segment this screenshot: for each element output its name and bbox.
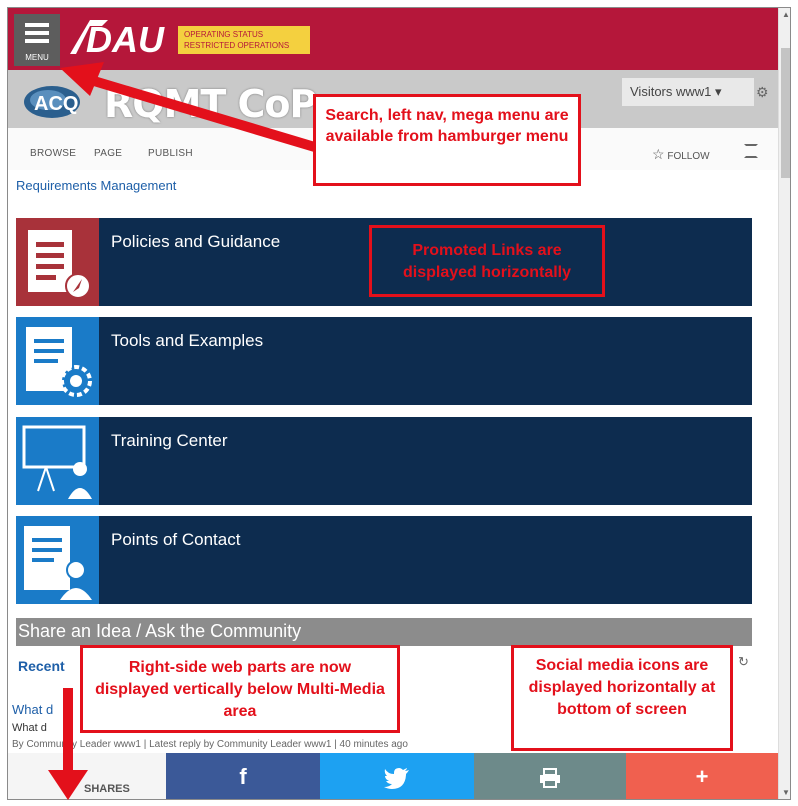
social-share-bar: SHARES f + xyxy=(8,753,778,799)
follow-label: FOLLOW xyxy=(667,151,710,162)
facebook-share-button[interactable]: f xyxy=(166,753,320,799)
print-icon xyxy=(540,768,560,789)
twitter-share-button[interactable] xyxy=(320,753,474,799)
scrollbar-thumb[interactable] xyxy=(781,48,790,178)
plus-icon: + xyxy=(695,764,709,789)
follow-button[interactable]: ☆ FOLLOW xyxy=(652,146,710,163)
post-meta: By Community Leader www1 | Latest reply … xyxy=(12,739,408,750)
hamburger-menu-button[interactable]: MENU xyxy=(14,14,60,66)
document-person-icon xyxy=(16,516,99,604)
tile-label: Points of Contact xyxy=(111,530,241,549)
star-icon: ☆ xyxy=(652,146,665,162)
document-compass-icon xyxy=(16,218,99,306)
acq-logo[interactable]: ACQ xyxy=(22,80,96,125)
hamburger-icon xyxy=(25,23,49,47)
document-gear-icon xyxy=(16,317,99,405)
status-line-1: OPERATING STATUS xyxy=(184,30,264,39)
promoted-links-callout: Promoted Links are displayed horizontall… xyxy=(369,225,605,297)
shares-label: SHARES xyxy=(84,783,130,795)
webparts-callout: Right-side web parts are now displayed v… xyxy=(80,645,400,733)
gear-icon[interactable]: ⚙ xyxy=(756,84,769,101)
tile-label: Policies and Guidance xyxy=(111,232,281,251)
more-share-button[interactable]: + xyxy=(626,753,778,799)
dau-logo[interactable]: DAU xyxy=(68,16,168,60)
hamburger-callout: Search, left nav, mega menu are availabl… xyxy=(313,94,581,186)
breadcrumb[interactable]: Requirements Management xyxy=(16,178,176,193)
presentation-icon xyxy=(16,417,99,505)
operating-status-badge[interactable]: OPERATING STATUS RESTRICTED OPERATIONS xyxy=(178,26,310,54)
promoted-link-contacts[interactable]: Points of Contact xyxy=(16,516,752,604)
menu-label: MENU xyxy=(25,53,49,62)
twitter-icon xyxy=(384,768,409,790)
promoted-link-tools[interactable]: Tools and Examples xyxy=(16,317,752,405)
facebook-icon: f xyxy=(239,764,247,789)
scroll-up-icon[interactable]: ▲ xyxy=(782,10,790,19)
promoted-link-training[interactable]: Training Center xyxy=(16,417,752,505)
refresh-icon[interactable]: ↻ xyxy=(738,654,749,670)
tile-label: Tools and Examples xyxy=(111,331,264,350)
print-share-button[interactable] xyxy=(474,753,626,799)
social-callout: Social media icons are displayed horizon… xyxy=(511,645,733,751)
post-body: What d xyxy=(12,722,47,734)
focus-mode-icon[interactable] xyxy=(744,144,758,158)
tab-browse[interactable]: BROWSE xyxy=(30,148,76,159)
global-header: MENU DAU OPERATING STATUS RESTRICTED OPE… xyxy=(8,8,778,70)
visitors-dropdown[interactable]: Visitors www1 ▾ xyxy=(622,78,754,106)
shares-count: SHARES xyxy=(8,753,166,799)
scroll-down-icon[interactable]: ▼ xyxy=(782,788,790,797)
acq-logo-text: ACQ xyxy=(34,93,78,115)
tab-publish[interactable]: PUBLISH xyxy=(148,148,193,159)
tab-recent[interactable]: Recent xyxy=(18,658,65,674)
tile-label: Training Center xyxy=(111,431,228,450)
vertical-scrollbar[interactable]: ▲ ▼ xyxy=(778,8,790,799)
tab-page[interactable]: PAGE xyxy=(94,148,122,159)
site-title[interactable]: RQMT CoP xyxy=(104,82,317,126)
logo-text: DAU xyxy=(86,19,165,58)
status-line-2: RESTRICTED OPERATIONS xyxy=(184,41,290,50)
post-title[interactable]: What d xyxy=(12,702,53,717)
community-header: Share an Idea / Ask the Community xyxy=(16,618,752,646)
